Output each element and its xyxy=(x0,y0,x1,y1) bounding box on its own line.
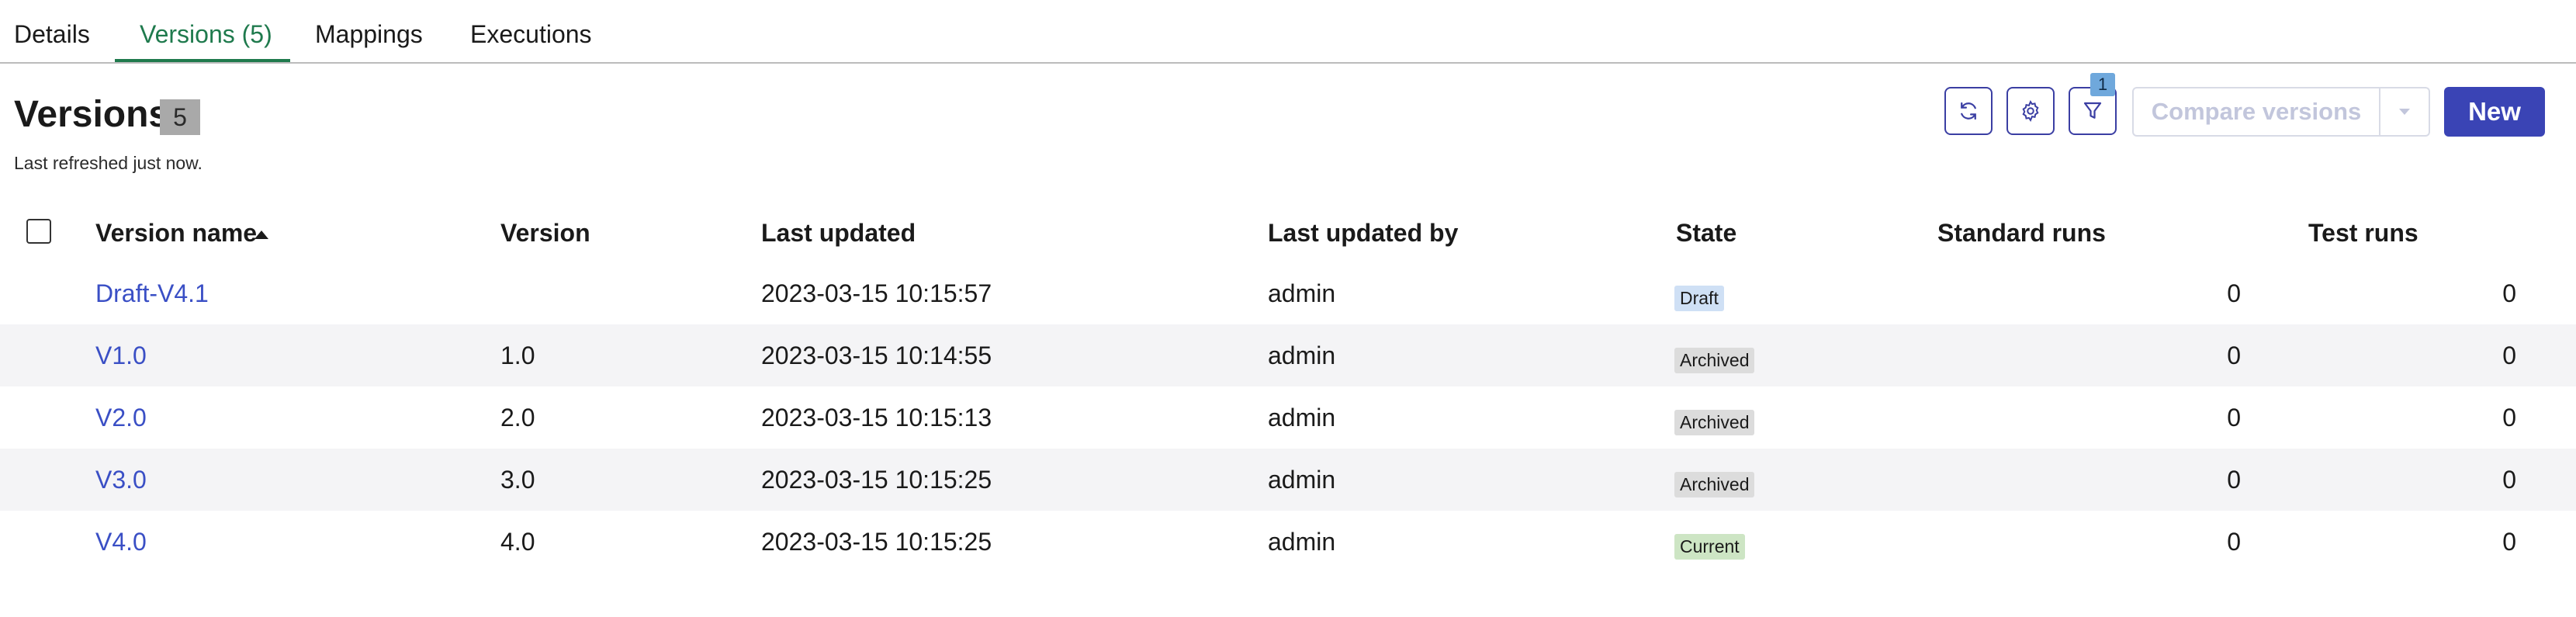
tab-details[interactable]: Details xyxy=(14,20,90,49)
last-updated-cell: 2023-03-15 10:14:55 xyxy=(761,341,992,369)
tab-bar: Details Versions (5) Mappings Executions xyxy=(0,0,2576,64)
version-name-link[interactable]: V1.0 xyxy=(95,341,147,370)
version-name-link[interactable]: V2.0 xyxy=(95,404,147,432)
table-row: V1.0 1.0 2023-03-15 10:14:55 admin Archi… xyxy=(0,324,2576,386)
test-runs-cell: 0 xyxy=(2502,279,2516,307)
last-updated-by-cell: admin xyxy=(1268,279,1336,307)
tab-versions[interactable]: Versions (5) xyxy=(140,20,272,49)
version-name-link[interactable]: V4.0 xyxy=(95,528,147,556)
filter-count-badge: 1 xyxy=(2090,73,2115,96)
compare-versions-button[interactable]: Compare versions xyxy=(2132,87,2380,137)
test-runs-cell: 0 xyxy=(2502,404,2516,432)
status-badge: Archived xyxy=(1674,410,1755,435)
column-header-state[interactable]: State xyxy=(1676,219,1736,248)
tab-mappings[interactable]: Mappings xyxy=(315,20,423,49)
last-updated-cell: 2023-03-15 10:15:25 xyxy=(761,466,992,494)
count-badge: 5 xyxy=(160,99,200,135)
column-header-version[interactable]: Version xyxy=(500,219,590,248)
compare-dropdown-toggle[interactable] xyxy=(2380,87,2430,137)
standard-runs-cell: 0 xyxy=(2227,528,2241,556)
table-row: V2.0 2.0 2023-03-15 10:15:13 admin Archi… xyxy=(0,386,2576,449)
version-cell: 4.0 xyxy=(500,528,535,556)
sort-ascending-icon xyxy=(254,231,268,239)
version-cell: 2.0 xyxy=(500,404,535,432)
test-runs-cell: 0 xyxy=(2502,528,2516,556)
column-header-last-updated[interactable]: Last updated xyxy=(761,219,916,248)
select-all-checkbox[interactable] xyxy=(26,219,51,244)
test-runs-cell: 0 xyxy=(2502,466,2516,494)
table-row: Draft-V4.1 2023-03-15 10:15:57 admin Dra… xyxy=(0,262,2576,324)
status-badge: Current xyxy=(1674,534,1745,560)
status-badge: Archived xyxy=(1674,348,1755,373)
standard-runs-cell: 0 xyxy=(2227,341,2241,369)
standard-runs-cell: 0 xyxy=(2227,279,2241,307)
status-badge: Draft xyxy=(1674,286,1724,311)
refresh-icon xyxy=(1961,102,1976,120)
version-name-link[interactable]: Draft-V4.1 xyxy=(95,279,209,308)
new-button[interactable]: New xyxy=(2444,87,2545,137)
last-updated-by-cell: admin xyxy=(1268,341,1336,369)
standard-runs-cell: 0 xyxy=(2227,404,2241,432)
active-tab-indicator xyxy=(115,59,290,62)
last-updated-cell: 2023-03-15 10:15:57 xyxy=(761,279,992,307)
last-updated-by-cell: admin xyxy=(1268,466,1336,494)
status-badge: Archived xyxy=(1674,472,1755,497)
standard-runs-cell: 0 xyxy=(2227,466,2241,494)
settings-button[interactable] xyxy=(2006,87,2055,135)
table-row: V4.0 4.0 2023-03-15 10:15:25 admin Curre… xyxy=(0,511,2576,573)
last-updated-by-cell: admin xyxy=(1268,404,1336,432)
test-runs-cell: 0 xyxy=(2502,341,2516,369)
gear-icon xyxy=(2022,100,2039,122)
chevron-down-icon xyxy=(2399,109,2410,115)
version-cell: 3.0 xyxy=(500,466,535,494)
filter-icon xyxy=(2083,102,2102,119)
last-updated-cell: 2023-03-15 10:15:13 xyxy=(761,404,992,432)
version-cell: 1.0 xyxy=(500,341,535,369)
refresh-button[interactable] xyxy=(1944,87,1993,135)
last-updated-cell: 2023-03-15 10:15:25 xyxy=(761,528,992,556)
table-header: Version name Version Last updated Last u… xyxy=(0,202,2576,261)
last-refreshed-text: Last refreshed just now. xyxy=(14,153,203,173)
table-row: V3.0 3.0 2023-03-15 10:15:25 admin Archi… xyxy=(0,449,2576,511)
tab-executions[interactable]: Executions xyxy=(470,20,592,49)
column-header-last-updated-by[interactable]: Last updated by xyxy=(1268,219,1458,248)
column-header-version-name[interactable]: Version name xyxy=(95,219,257,248)
version-name-link[interactable]: V3.0 xyxy=(95,466,147,494)
column-header-test-runs[interactable]: Test runs xyxy=(2308,219,2418,248)
page-title: Versions xyxy=(14,94,170,135)
last-updated-by-cell: admin xyxy=(1268,528,1336,556)
column-header-standard-runs[interactable]: Standard runs xyxy=(1937,219,2106,248)
